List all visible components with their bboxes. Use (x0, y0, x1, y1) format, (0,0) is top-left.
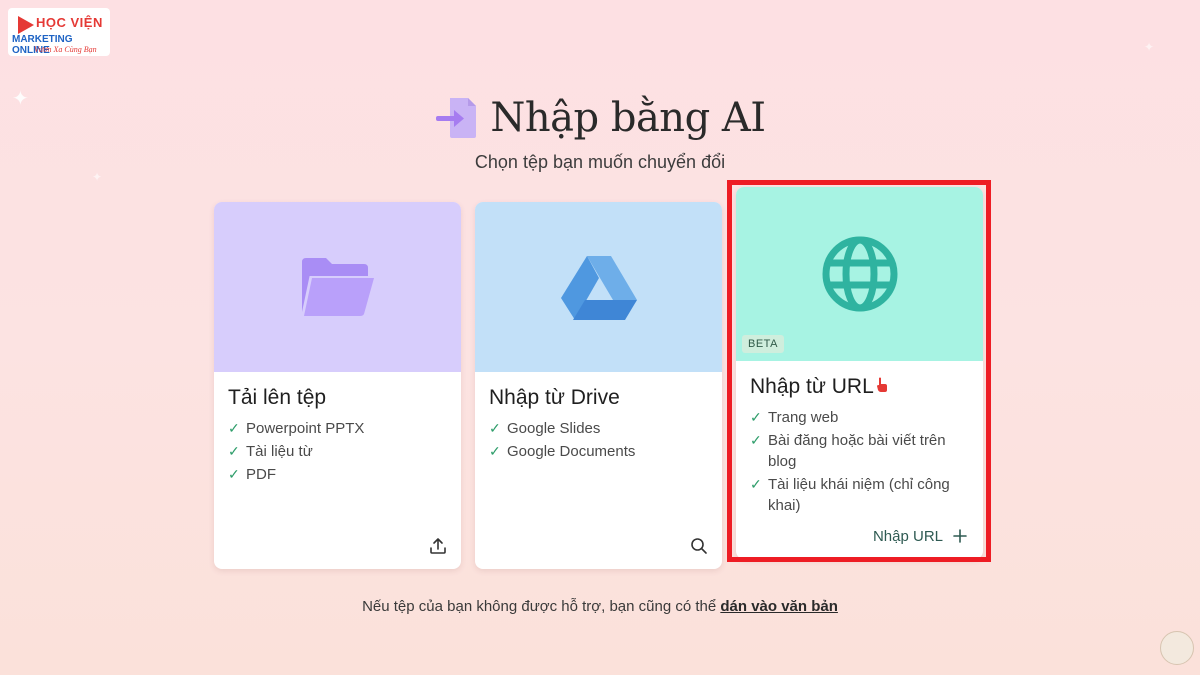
upload-icon (430, 538, 446, 554)
google-drive-icon (560, 256, 637, 320)
upload-button[interactable] (429, 537, 447, 555)
list-item: ✓ Trang web (750, 409, 839, 426)
check-icon: ✓ (750, 409, 762, 425)
beta-badge: BETA (742, 335, 784, 353)
check-icon: ✓ (489, 420, 501, 436)
check-icon: ✓ (489, 443, 501, 459)
folder-icon (301, 258, 374, 316)
import-drive-card[interactable]: Nhập từ Drive ✓ Google Slides ✓ Google Doc… (475, 202, 722, 569)
search-button[interactable] (690, 537, 708, 555)
footer-text: Nếu tệp của bạn không được hỗ trợ, bạn c… (362, 598, 721, 615)
list-item: ✓ Powerpoint PPTX (228, 420, 365, 437)
list-item: ✓ Google Slides (489, 420, 601, 437)
logo-line-3: Vươn Xa Cùng Bạn (34, 45, 97, 54)
plus-icon (953, 529, 967, 543)
check-icon: ✓ (228, 443, 240, 459)
file-import-icon (436, 98, 477, 138)
card-illustration: BETA (736, 187, 983, 361)
paste-text-link[interactable]: dán vào văn bản (720, 598, 838, 615)
channel-avatar-icon (1160, 631, 1194, 665)
card-title: Tải lên tệp (228, 386, 327, 409)
check-icon: ✓ (228, 420, 240, 436)
globe-icon (822, 236, 897, 312)
import-url-button[interactable]: Nhập URL (873, 527, 969, 545)
page-header: Nhập bằng AI (0, 92, 1200, 144)
card-illustration (214, 202, 461, 372)
search-icon (691, 538, 707, 554)
sparkle-icon: ✦ (1144, 40, 1155, 54)
card-illustration (475, 202, 722, 372)
play-icon (18, 16, 34, 34)
upload-file-card[interactable]: Tải lên tệp ✓ Powerpoint PPTX ✓ Tài liệu t… (214, 202, 461, 569)
page-subtitle: Chọn tệp bạn muốn chuyển đổi (474, 152, 726, 172)
list-item: ✓ PDF (228, 466, 276, 483)
logo-line-1: HỌC VIỆN (36, 15, 103, 30)
pointer-cursor-icon (877, 377, 887, 392)
import-url-label: Nhập URL (872, 527, 943, 545)
import-url-card[interactable]: BETA Nhập từ URL ✓ Trang web ✓ Bài đăng ho… (736, 187, 983, 559)
list-item: ✓ Bài đăng hoặc bài viết trên blog (750, 432, 946, 470)
list-item: ✓ Tài liệu khái niệm (chỉ công khai) (750, 476, 950, 514)
check-icon: ✓ (750, 432, 762, 448)
list-item: ✓ Tài liệu từ (228, 443, 313, 460)
list-item: ✓ Google Documents (489, 443, 636, 460)
card-title: Nhập từ Drive (489, 386, 620, 409)
card-title: Nhập từ URL (750, 375, 874, 398)
footer-note: Nếu tệp của bạn không được hỗ trợ, bạn c… (0, 598, 1200, 615)
brand-logo: HỌC VIỆN MARKETING ONLINE Vươn Xa Cùng B… (8, 8, 110, 56)
check-icon: ✓ (750, 476, 762, 492)
check-icon: ✓ (228, 466, 240, 482)
page-title: Nhập bằng AI (490, 95, 766, 141)
